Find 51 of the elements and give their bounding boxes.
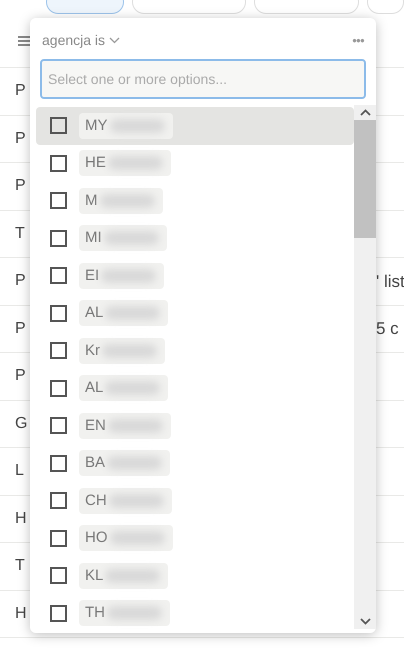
table-cell-text: H (14, 604, 28, 624)
search-field[interactable]: Select one or more options... (40, 59, 366, 99)
table-cell-text: P (14, 366, 27, 386)
option-label: MY (85, 116, 108, 136)
table-cell-text: T (14, 224, 26, 244)
table-cell-text: T (14, 556, 26, 576)
table-cell-text: L (14, 461, 25, 482)
chevron-down-icon[interactable] (109, 37, 120, 44)
table-cell-text: 5 c (375, 318, 400, 340)
table-cell-text: P (14, 81, 27, 102)
checkbox[interactable] (50, 304, 67, 322)
checkbox[interactable] (50, 342, 67, 360)
option-label: M (85, 190, 98, 210)
checkbox[interactable] (50, 230, 67, 247)
checkbox[interactable] (50, 417, 67, 434)
checkbox[interactable] (50, 567, 67, 584)
table-cell-text: P (14, 128, 27, 149)
option-label: AL (85, 303, 104, 323)
table-cell-text: P (14, 176, 27, 196)
scroll-thumb[interactable] (354, 120, 376, 238)
option-label: EN (85, 416, 106, 436)
checkbox[interactable] (50, 267, 67, 284)
scroll-up-icon[interactable] (360, 109, 370, 116)
more-button[interactable]: ••• (352, 30, 364, 50)
checkbox[interactable] (50, 117, 67, 134)
option-label: Kr (85, 340, 100, 360)
table-cell-text: P (14, 271, 27, 292)
option-label: MI (85, 228, 102, 248)
list-icon[interactable] (18, 34, 30, 46)
checkbox[interactable] (50, 154, 67, 172)
checkbox[interactable] (50, 492, 67, 510)
option-label: CH (85, 490, 107, 510)
option-label: KL (85, 566, 104, 586)
option-row[interactable]: MY (36, 107, 354, 144)
checkbox[interactable] (50, 192, 67, 210)
table-cell-text: P (14, 318, 27, 339)
scrollbar[interactable] (354, 105, 376, 629)
checkbox[interactable] (50, 604, 67, 622)
checkbox[interactable] (50, 530, 67, 547)
table-cell-text: G (14, 414, 28, 434)
option-label: EI (85, 266, 100, 286)
scroll-down-icon[interactable] (360, 618, 370, 625)
option-label: HE (85, 153, 106, 173)
option-label: HO (85, 528, 108, 548)
option-label: AL (85, 378, 104, 398)
option-label: BA (85, 453, 106, 473)
checkbox[interactable] (50, 454, 67, 472)
table-cell-text: H (14, 508, 28, 529)
option-label: TH (85, 603, 105, 623)
checkbox[interactable] (50, 380, 67, 397)
property-label[interactable]: agencja is (42, 30, 106, 51)
